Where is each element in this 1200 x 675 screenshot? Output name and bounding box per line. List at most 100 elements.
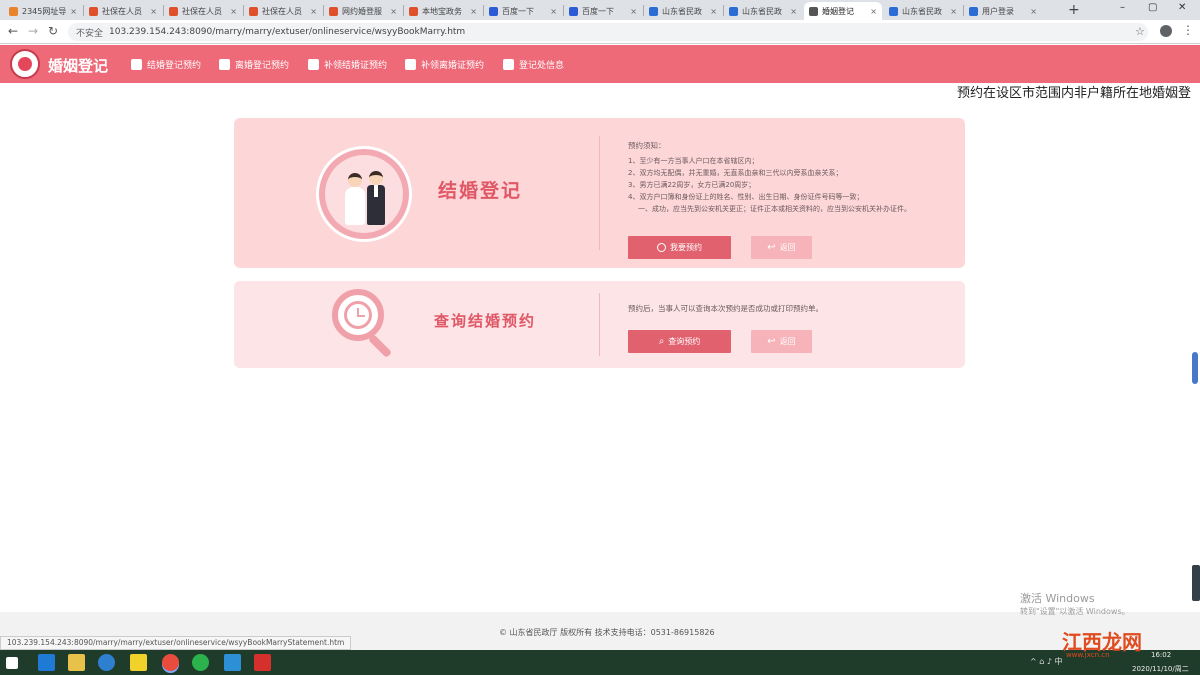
nav-divorce-booking[interactable]: 离婚登记预约 xyxy=(219,58,289,71)
tab-close-icon[interactable]: × xyxy=(550,7,557,16)
tab-close-icon[interactable]: × xyxy=(150,7,157,16)
tab-close-icon[interactable]: × xyxy=(70,7,77,16)
book-appointment-button[interactable]: 我要预约 xyxy=(628,236,731,259)
nav-marriage-booking[interactable]: 结婚登记预约 xyxy=(131,58,201,71)
query-booking-button[interactable]: ⌕ 查询预约 xyxy=(628,330,731,353)
divider xyxy=(599,136,600,250)
divider xyxy=(599,293,600,356)
site-header: 婚姻登记 结婚登记预约 离婚登记预约 补领结婚证预约 补领离婚证预约 登记处信息 xyxy=(0,45,1200,83)
browser-tab[interactable]: 网约婚登服 × xyxy=(324,2,402,20)
file-explorer-icon[interactable] xyxy=(68,654,85,671)
query-booking-card: 查询结婚预约 预约后，当事人可以查询本次预约是否成功或打印预约单。 ⌕ 查询预约… xyxy=(234,281,965,368)
reload-icon[interactable]: ↻ xyxy=(48,24,58,38)
side-toolbar-widget[interactable] xyxy=(1192,565,1200,601)
booking-notice: 预约须知： 1、至少有一方当事人户口在本省辖区内； 2、双方均无配偶，并无重婚，… xyxy=(628,140,958,215)
notice-line: 3、男方已满22周岁，女方已满20周岁； xyxy=(628,181,756,189)
browser-menu-icon[interactable]: ⋮ xyxy=(1182,23,1194,37)
ie-browser-icon[interactable] xyxy=(38,654,55,671)
tab-separator xyxy=(483,5,484,16)
tab-separator xyxy=(723,5,724,16)
notice-line: 一、成功，应当先到公安机关更正；证件正本或相关资料的，应当到公安机关补办证件。 xyxy=(638,205,911,213)
wechat-icon[interactable] xyxy=(192,654,209,671)
url-field[interactable]: 不安全 103.239.154.243:8090/marry/marry/ext… xyxy=(68,23,1148,41)
browser-tab[interactable]: 百度一下 × xyxy=(484,2,562,20)
nav-reissue-divorce-cert[interactable]: 补领离婚证预约 xyxy=(405,58,484,71)
marriage-registration-card: 结婚登记 预约须知： 1、至少有一方当事人户口在本省辖区内； 2、双方均无配偶，… xyxy=(234,118,965,268)
browser-tab[interactable]: 山东省民政 × xyxy=(724,2,802,20)
person-icon xyxy=(219,59,230,70)
browser-tab[interactable]: 本地宝政务 × xyxy=(404,2,482,20)
address-bar: ← → ↻ 不安全 103.239.154.243:8090/marry/mar… xyxy=(0,20,1200,44)
nav-reissue-marriage-cert[interactable]: 补领结婚证预约 xyxy=(308,58,387,71)
browser-tab[interactable]: 社保在人员 × xyxy=(244,2,322,20)
browser-tab[interactable]: 山东省民政 × xyxy=(884,2,962,20)
browser-tab[interactable]: 社保在人员 × xyxy=(164,2,242,20)
nav-office-info[interactable]: 登记处信息 xyxy=(503,58,564,71)
browser-icon[interactable] xyxy=(98,654,115,671)
notice-line: 2、双方均无配偶，并无重婚，无直系血亲和三代以内旁系血亲关系； xyxy=(628,169,843,177)
site-watermark-url: www.jxcn.cn xyxy=(1066,651,1110,659)
taskbar-clock-date[interactable]: 2020/11/10/周二 xyxy=(1132,664,1189,674)
bookmark-star-icon[interactable]: ☆ xyxy=(1135,25,1145,38)
query-booking-title: 查询结婚预约 xyxy=(434,312,537,330)
tab-close-icon[interactable]: × xyxy=(310,7,317,16)
button-label: 我要预约 xyxy=(670,243,702,252)
tab-close-icon[interactable]: × xyxy=(470,7,477,16)
browser-tab[interactable]: 百度一下 × xyxy=(564,2,642,20)
forward-arrow-icon[interactable]: → xyxy=(28,24,38,38)
account-icon[interactable] xyxy=(1160,25,1172,37)
windows-activation-subtext: 转到"设置"以激活 Windows。 xyxy=(1020,607,1130,616)
windows-activation-watermark: 激活 Windows xyxy=(1020,592,1095,605)
notes-icon[interactable] xyxy=(130,654,147,671)
tab-close-icon[interactable]: × xyxy=(630,7,637,16)
site-logo-icon[interactable] xyxy=(10,49,40,79)
tab-favicon-icon xyxy=(569,6,578,16)
tab-close-icon[interactable]: × xyxy=(710,7,717,16)
browser-tab[interactable]: 社保在人员 × xyxy=(84,2,162,20)
close-window-button[interactable]: ✕ xyxy=(1178,2,1186,13)
windows-start-icon[interactable] xyxy=(6,657,18,669)
minimize-button[interactable]: – xyxy=(1120,2,1125,13)
nav-label: 补领离婚证预约 xyxy=(421,61,485,71)
tab-close-icon[interactable]: × xyxy=(870,7,877,16)
tab-close-icon[interactable]: × xyxy=(950,7,957,16)
chrome-icon[interactable] xyxy=(162,654,179,671)
store-icon[interactable] xyxy=(224,654,241,671)
couple-illustration xyxy=(316,146,412,242)
site-title: 婚姻登记 xyxy=(48,57,109,75)
floating-scroll-widget[interactable] xyxy=(1192,352,1198,384)
status-bar-url: 103.239.154.243:8090/marry/marry/extuser… xyxy=(0,636,352,650)
nav-label: 离婚登记预约 xyxy=(235,61,290,71)
tab-label: 社保在人员 xyxy=(182,6,222,16)
browser-tab[interactable]: 婚姻登记 × xyxy=(804,2,882,20)
taskbar-clock-time[interactable]: 16:02 xyxy=(1151,651,1171,659)
tab-favicon-icon xyxy=(249,6,258,16)
browser-tab[interactable]: 2345网址导 × xyxy=(4,2,82,20)
tab-label: 百度一下 xyxy=(582,6,614,16)
back-button[interactable]: ↩ 返回 xyxy=(751,330,812,353)
url-text[interactable]: 103.239.154.243:8090/marry/marry/extuser… xyxy=(109,27,465,37)
nav-label: 结婚登记预约 xyxy=(147,61,202,71)
system-tray[interactable]: ^ ⌂ ♪ 中 xyxy=(1030,656,1063,667)
tab-close-icon[interactable]: × xyxy=(230,7,237,16)
security-indicator[interactable]: 不安全 xyxy=(76,26,103,39)
tab-separator xyxy=(163,5,164,16)
maximize-button[interactable]: ▢ xyxy=(1148,2,1157,13)
tab-close-icon[interactable]: × xyxy=(390,7,397,16)
app-icon[interactable] xyxy=(254,654,271,671)
browser-tab[interactable]: 山东省民政 × xyxy=(644,2,722,20)
tab-label: 网约婚登服 xyxy=(342,6,382,16)
notice-heading: 预约须知： xyxy=(628,141,666,150)
tab-favicon-icon xyxy=(809,6,818,16)
new-tab-button[interactable]: + xyxy=(1068,2,1080,18)
tab-label: 社保在人员 xyxy=(262,6,302,16)
back-arrow-icon[interactable]: ← xyxy=(8,24,18,38)
tab-label: 山东省民政 xyxy=(662,6,702,16)
tab-close-icon[interactable]: × xyxy=(1030,7,1037,16)
marriage-registration-title: 结婚登记 xyxy=(438,180,523,202)
tab-close-icon[interactable]: × xyxy=(790,7,797,16)
tab-label: 山东省民政 xyxy=(902,6,942,16)
back-button[interactable]: ↩ 返回 xyxy=(751,236,812,259)
browser-tab[interactable]: 用户登录 × xyxy=(964,2,1042,20)
tab-favicon-icon xyxy=(889,6,898,16)
